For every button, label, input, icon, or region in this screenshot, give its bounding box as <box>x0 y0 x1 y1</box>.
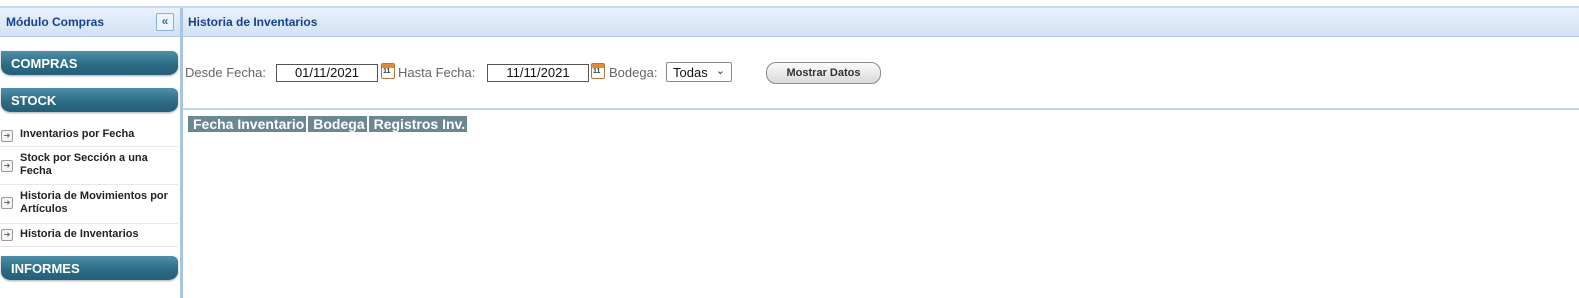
sidebar-item-stock-por-seccion[interactable]: ➜ Stock por Sección a una Fecha <box>0 147 178 185</box>
sidebar-item-label: Historia de Movimientos por Artículos <box>20 190 168 215</box>
mostrar-datos-button[interactable]: Mostrar Datos <box>766 62 881 84</box>
section-compras-label: COMPRAS <box>11 56 78 71</box>
sidebar-item-label: Stock por Sección a una Fecha <box>20 152 148 177</box>
calendar-icon[interactable]: 11 <box>381 63 395 79</box>
column-registros-inv[interactable]: Registros Inv. <box>368 116 468 132</box>
sidebar-item-label: Historia de Inventarios <box>20 228 139 240</box>
arrow-right-icon: ➜ <box>1 197 13 209</box>
app-window: Módulo Compras « COMPRAS STOCK ➜ Inventa… <box>0 0 1579 298</box>
desde-fecha-input[interactable]: 01/11/2021 <box>276 64 378 82</box>
bodega-select[interactable]: Todas ⌄ <box>666 62 732 82</box>
section-compras[interactable]: COMPRAS <box>1 51 178 75</box>
collapse-sidebar-icon[interactable]: « <box>156 13 174 31</box>
top-divider <box>0 0 1579 8</box>
sidebar-item-label: Inventarios por Fecha <box>20 128 135 140</box>
bodega-label: Bodega: <box>609 65 658 80</box>
calendar-icon[interactable]: 11 <box>591 63 605 79</box>
sidebar-header: Módulo Compras « <box>0 8 180 37</box>
sidebar-item-historia-inventarios[interactable]: ➜ Historia de Inventarios <box>0 224 178 247</box>
calendar-day: 11 <box>593 68 601 75</box>
sidebar-title: Módulo Compras <box>6 15 104 29</box>
desde-fecha-label: Desde Fecha: <box>185 65 266 80</box>
sidebar-item-historia-movimientos[interactable]: ➜ Historia de Movimientos por Artículos <box>0 185 178 224</box>
section-stock-label: STOCK <box>11 93 57 108</box>
calendar-day: 11 <box>383 68 391 75</box>
sidebar: Módulo Compras « COMPRAS STOCK ➜ Inventa… <box>0 8 183 298</box>
section-informes[interactable]: INFORMES <box>1 256 178 280</box>
sidebar-item-inventarios-por-fecha[interactable]: ➜ Inventarios por Fecha <box>0 124 178 147</box>
arrow-right-icon: ➜ <box>1 130 13 142</box>
table-header: Fecha Inventario Bodega Registros Inv. <box>188 116 468 132</box>
main-header: Historia de Inventarios <box>183 8 1579 37</box>
hasta-fecha-input[interactable]: 11/11/2021 <box>487 64 589 82</box>
section-stock[interactable]: STOCK <box>1 88 178 112</box>
chevron-down-icon: ⌄ <box>715 65 725 77</box>
arrow-right-icon: ➜ <box>1 160 13 172</box>
column-bodega[interactable]: Bodega <box>308 116 367 132</box>
filter-bar: Desde Fecha: 01/11/2021 11 Hasta Fecha: … <box>183 38 1579 110</box>
arrow-right-icon: ➜ <box>1 229 13 241</box>
hasta-fecha-label: Hasta Fecha: <box>398 65 476 80</box>
column-fecha-inventario[interactable]: Fecha Inventario <box>188 116 307 132</box>
bodega-selected-value: Todas <box>673 65 708 80</box>
page-title: Historia de Inventarios <box>188 15 318 29</box>
section-informes-label: INFORMES <box>11 261 80 276</box>
